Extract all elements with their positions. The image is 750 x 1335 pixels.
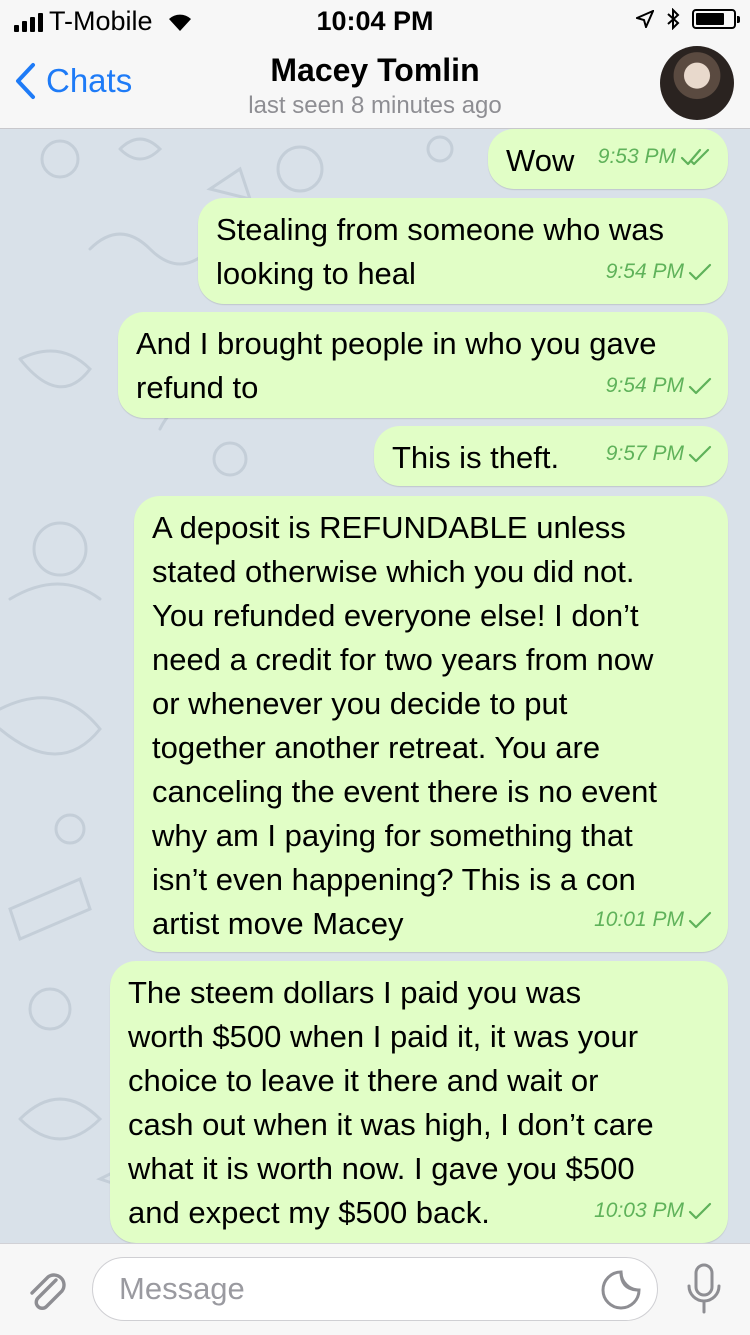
check-icon [688,1202,712,1220]
paperclip-icon[interactable] [22,1266,70,1314]
message-meta: 9:54 PM [606,250,712,294]
message-list[interactable]: Wow 9:53 PM Stealing from someone who wa… [0,129,750,1243]
message-input-bar [0,1243,750,1335]
message-bubble[interactable]: And I brought people in who you gave ref… [118,312,728,418]
message-time: 9:54 PM [605,260,684,283]
double-check-icon [680,148,710,166]
message-bubble[interactable]: Stealing from someone who was looking to… [198,198,728,304]
message-text: A deposit is REFUNDABLE unless stated ot… [152,510,657,941]
message-input[interactable] [92,1257,658,1321]
sticker-icon[interactable] [600,1269,642,1311]
status-right [636,8,740,30]
check-icon [688,445,712,463]
message-meta: 10:03 PM [594,1189,712,1233]
last-seen-status: last seen 8 minutes ago [248,92,502,119]
message-time: 9:54 PM [605,374,684,397]
message-bubble[interactable]: A deposit is REFUNDABLE unless stated ot… [134,496,728,952]
check-icon [688,377,712,395]
status-bar: T-Mobile 10:04 PM [0,0,750,40]
message-meta: 9:53 PM [598,135,712,179]
message-bubble[interactable]: This is theft. 9:57 PM [374,426,728,486]
check-icon [688,263,712,281]
message-time: 10:01 PM [594,908,684,931]
contact-name[interactable]: Macey Tomlin [0,52,750,89]
message-meta: 10:01 PM [594,898,712,942]
message-time: 9:53 PM [597,145,676,168]
message-time: 9:57 PM [605,442,684,465]
battery-icon [692,9,740,29]
chat-header: Chats Macey Tomlin last seen 8 minutes a… [0,40,750,129]
check-icon [688,911,712,929]
message-meta: 9:57 PM [606,432,712,476]
microphone-icon[interactable] [684,1262,724,1318]
message-bubble[interactable]: Wow 9:53 PM [488,129,728,189]
avatar[interactable] [660,46,734,120]
location-arrow-icon [636,10,654,28]
message-time: 10:03 PM [594,1199,684,1222]
message-bubble[interactable]: The steem dollars I paid you was worth $… [110,961,728,1243]
message-meta: 9:54 PM [606,364,712,408]
bluetooth-icon [667,8,680,30]
